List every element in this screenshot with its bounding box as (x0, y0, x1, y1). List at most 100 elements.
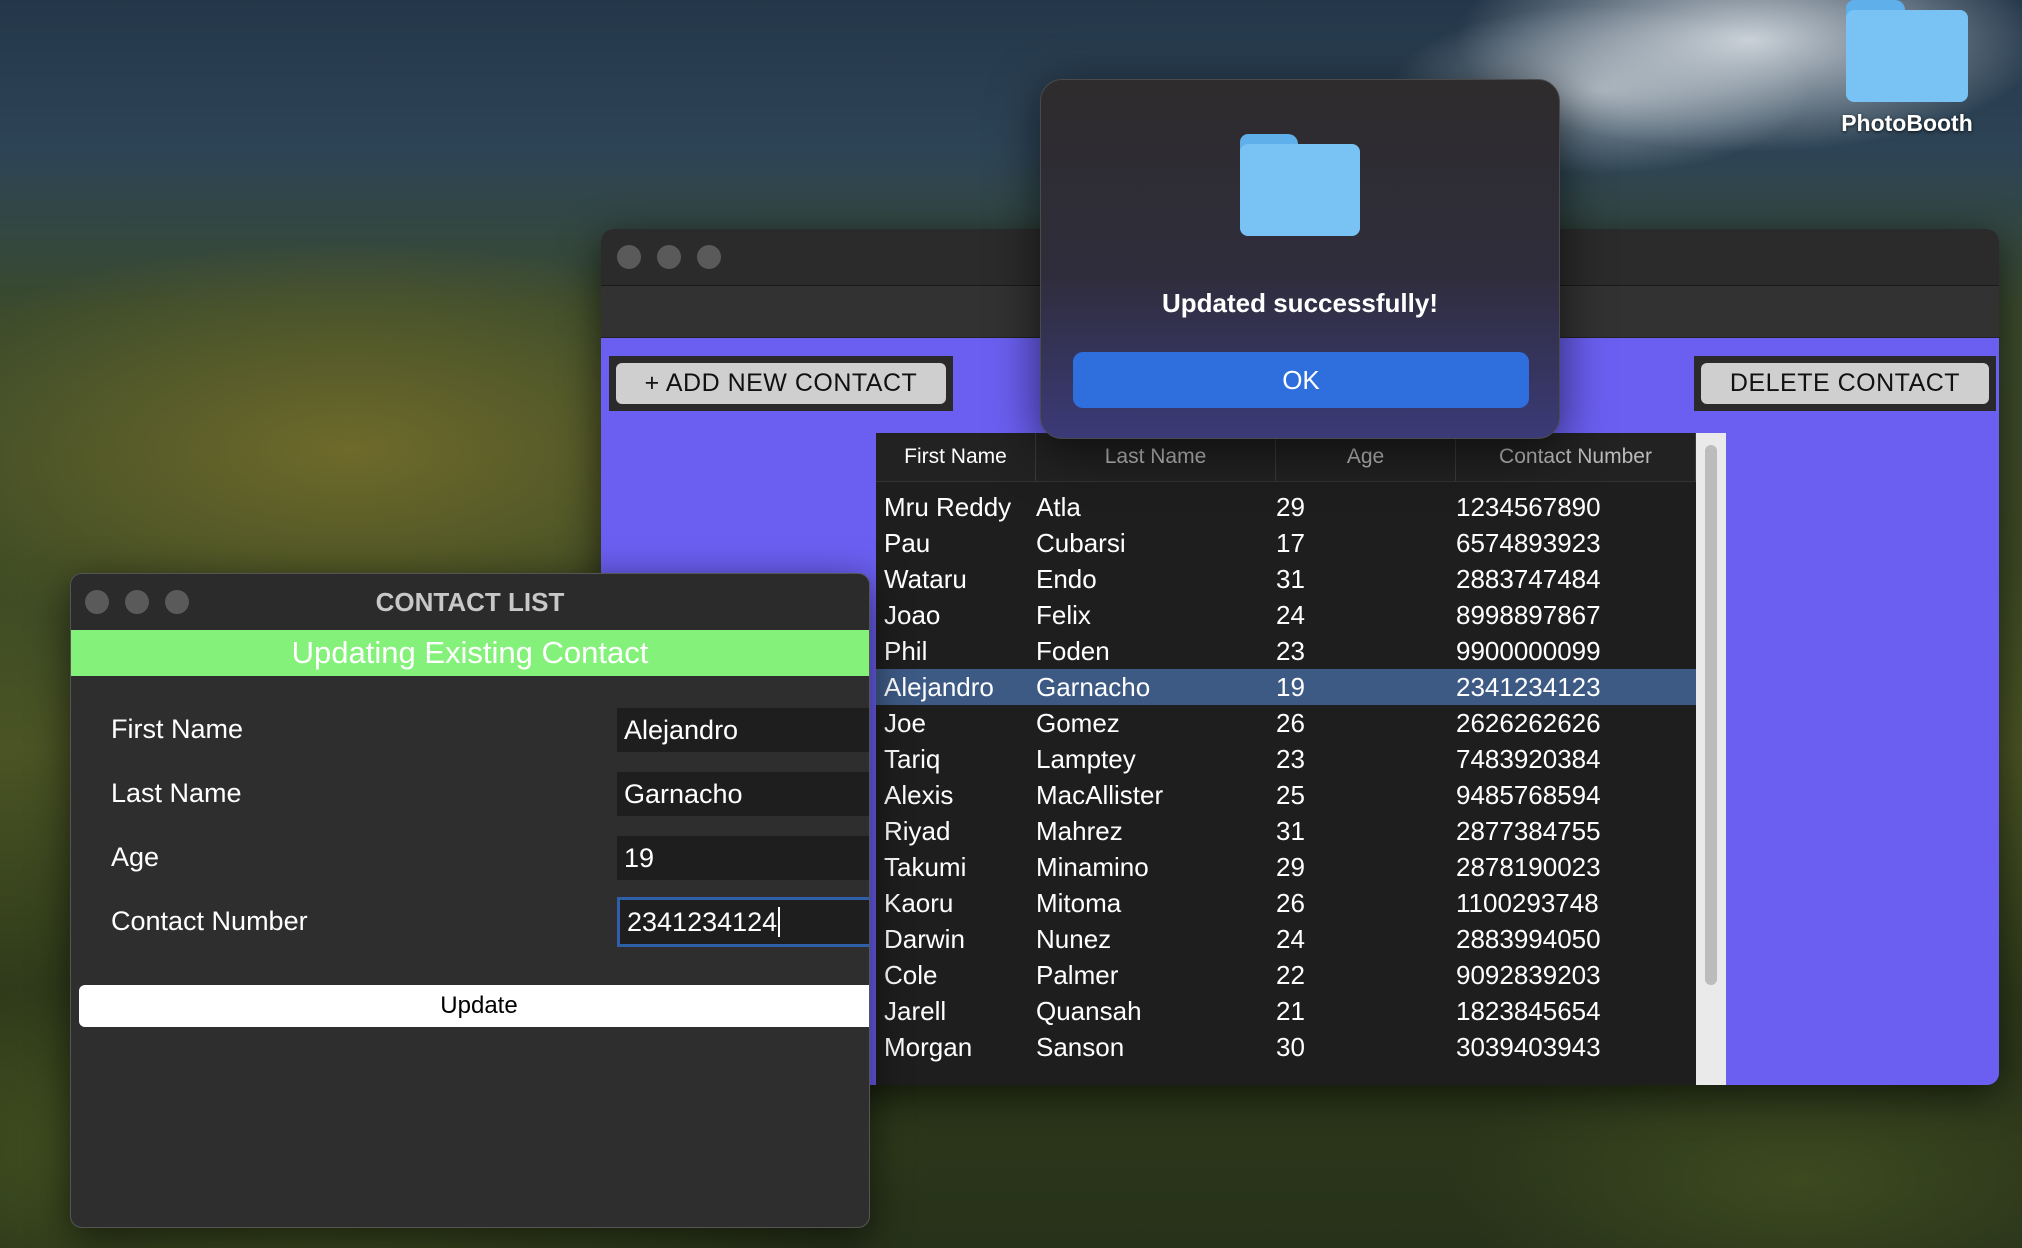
cell-first-name: Jarell (884, 995, 947, 1026)
table-row[interactable]: Joe Gomez 26 2626262626 (876, 705, 1696, 741)
cell-contact-number: 9092839203 (1456, 959, 1601, 990)
table-row[interactable]: Phil Foden 23 9900000099 (876, 633, 1696, 669)
cell-first-name: Morgan (884, 1031, 973, 1062)
cell-age: 19 (1276, 671, 1305, 702)
last-name-field[interactable]: Garnacho (617, 772, 869, 816)
folder-icon (1240, 134, 1360, 236)
table-row[interactable]: Pau Cubarsi 17 6574893923 (876, 525, 1696, 561)
scrollbar-thumb[interactable] (1705, 445, 1717, 985)
table-row[interactable]: Alejandro Garnacho 19 2341234123 (876, 669, 1696, 705)
cell-last-name: Felix (1036, 599, 1091, 630)
minimize-button[interactable] (125, 590, 149, 614)
contacts-table[interactable]: First Name Last Name Age Contact Number … (876, 433, 1726, 1085)
cell-first-name: Phil (884, 635, 928, 666)
cell-first-name: Wataru (884, 563, 967, 594)
cell-last-name: Palmer (1036, 959, 1119, 990)
folder-icon (1846, 0, 1968, 102)
contact-number-label: Contact Number (111, 906, 308, 936)
first-name-label: First Name (111, 714, 244, 744)
cell-first-name: Riyad (884, 815, 951, 846)
desktop-icon-photobooth[interactable]: PhotoBooth (1825, 0, 1989, 137)
cell-last-name: Mitoma (1036, 887, 1122, 918)
cell-last-name: Mahrez (1036, 815, 1123, 846)
cell-last-name: Lamptey (1036, 743, 1136, 774)
cell-contact-number: 2626262626 (1456, 707, 1601, 738)
cell-age: 26 (1276, 707, 1305, 738)
cell-age: 31 (1276, 815, 1305, 846)
cell-last-name: Garnacho (1036, 671, 1151, 702)
cell-age: 23 (1276, 743, 1305, 774)
table-row[interactable]: Joao Felix 24 8998897867 (876, 597, 1696, 633)
table-row[interactable]: Wataru Endo 31 2883747484 (876, 561, 1696, 597)
column-header-contact-number[interactable]: Contact Number (1456, 433, 1696, 481)
add-new-contact-button[interactable]: + ADD NEW CONTACT (609, 356, 953, 411)
form-window-titlebar[interactable]: CONTACT LIST (71, 574, 869, 630)
table-body: Mru Reddy Atla 29 1234567890 Pau Cubarsi 17 657… (876, 489, 1696, 1065)
ok-button[interactable]: OK (1073, 352, 1529, 408)
cell-contact-number: 9900000099 (1456, 635, 1601, 666)
zoom-button[interactable] (165, 590, 189, 614)
minimize-button[interactable] (657, 245, 681, 269)
column-header-first-name[interactable]: First Name (876, 433, 1036, 481)
cell-first-name: Alejandro (884, 671, 994, 702)
cell-first-name: Joao (884, 599, 941, 630)
cell-age: 31 (1276, 563, 1305, 594)
column-header-age[interactable]: Age (1276, 433, 1456, 481)
table-row[interactable]: Tariq Lamptey 23 7483920384 (876, 741, 1696, 777)
cell-first-name: Darwin (884, 923, 965, 954)
text-caret (778, 907, 781, 937)
cell-contact-number: 6574893923 (1456, 527, 1601, 558)
cell-last-name: Sanson (1036, 1031, 1125, 1062)
cell-age: 26 (1276, 887, 1305, 918)
cell-contact-number: 2883747484 (1456, 563, 1601, 594)
table-scrollbar[interactable] (1696, 433, 1726, 1085)
cell-last-name: Foden (1036, 635, 1110, 666)
cell-first-name: Kaoru (884, 887, 954, 918)
cell-last-name: Minamino (1036, 851, 1149, 882)
cell-contact-number: 2883994050 (1456, 923, 1601, 954)
cell-contact-number: 1234567890 (1456, 491, 1601, 522)
cell-first-name: Mru Reddy (884, 491, 1012, 522)
table-header: First Name Last Name Age Contact Number (876, 433, 1726, 482)
desktop-icon-label: PhotoBooth (1841, 110, 1973, 136)
cell-first-name: Joe (884, 707, 926, 738)
table-row[interactable]: Alexis MacAllister 25 9485768594 (876, 777, 1696, 813)
age-field[interactable]: 19 (617, 836, 869, 880)
cell-last-name: Gomez (1036, 707, 1120, 738)
cell-contact-number: 7483920384 (1456, 743, 1601, 774)
update-button[interactable]: Update (79, 985, 869, 1027)
cell-contact-number: 2878190023 (1456, 851, 1601, 882)
cell-age: 22 (1276, 959, 1305, 990)
column-header-last-name[interactable]: Last Name (1036, 433, 1276, 481)
first-name-field[interactable]: Alejandro (617, 708, 869, 752)
age-label: Age (111, 842, 160, 872)
close-button[interactable] (85, 590, 109, 614)
contact-form-window: CONTACT LIST Updating Existing Contact F… (70, 573, 870, 1228)
cell-contact-number: 3039403943 (1456, 1031, 1601, 1062)
cell-age: 23 (1276, 635, 1305, 666)
cell-first-name: Pau (884, 527, 931, 558)
table-row[interactable]: Riyad Mahrez 31 2877384755 (876, 813, 1696, 849)
mode-banner: Updating Existing Contact (71, 630, 869, 676)
cell-first-name: Alexis (884, 779, 954, 810)
table-row[interactable]: Darwin Nunez 24 2883994050 (876, 921, 1696, 957)
table-row[interactable]: Cole Palmer 22 9092839203 (876, 957, 1696, 993)
last-name-label: Last Name (111, 778, 242, 808)
close-button[interactable] (617, 245, 641, 269)
cell-first-name: Tariq (884, 743, 941, 774)
cell-age: 17 (1276, 527, 1305, 558)
table-row[interactable]: Kaoru Mitoma 26 1100293748 (876, 885, 1696, 921)
table-row[interactable]: Morgan Sanson 30 3039403943 (876, 1029, 1696, 1065)
cell-last-name: Quansah (1036, 995, 1142, 1026)
cell-last-name: Cubarsi (1036, 527, 1126, 558)
alert-message: Updated successfully! (1162, 288, 1438, 318)
zoom-button[interactable] (697, 245, 721, 269)
contact-number-field[interactable]: 2341234124 (617, 897, 869, 947)
table-row[interactable]: Jarell Quansah 21 1823845654 (876, 993, 1696, 1029)
table-row[interactable]: Takumi Minamino 29 2878190023 (876, 849, 1696, 885)
cell-age: 24 (1276, 923, 1305, 954)
delete-contact-button[interactable]: DELETE CONTACT (1694, 356, 1996, 411)
cell-contact-number: 9485768594 (1456, 779, 1601, 810)
cell-contact-number: 2877384755 (1456, 815, 1601, 846)
table-row[interactable]: Mru Reddy Atla 29 1234567890 (876, 489, 1696, 525)
